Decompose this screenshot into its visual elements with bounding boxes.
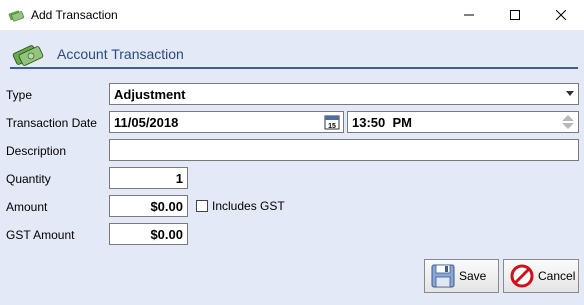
gst-amount-value: $0.00 [150, 226, 183, 242]
quantity-value: 1 [175, 170, 183, 186]
section-divider [10, 67, 578, 69]
amount-label: Amount [6, 200, 48, 214]
maximize-icon [510, 10, 520, 20]
description-label: Description [6, 144, 67, 158]
save-button[interactable]: Save [424, 259, 499, 293]
spinner-icon[interactable] [560, 113, 576, 131]
minimize-button[interactable] [446, 0, 492, 30]
maximize-button[interactable] [492, 0, 538, 30]
description-input[interactable] [109, 139, 579, 161]
minimize-icon [464, 14, 474, 16]
title-bar: Add Transaction [0, 0, 584, 30]
amount-value: $0.00 [150, 198, 183, 214]
gst-amount-label: GST Amount [6, 228, 75, 242]
type-value: Adjustment [114, 86, 186, 102]
includes-gst-label[interactable]: Includes GST [212, 199, 285, 213]
chevron-down-icon [566, 91, 574, 96]
date-field[interactable]: 11/05/2018 15 [109, 111, 344, 133]
gst-amount-input[interactable]: $0.00 [109, 223, 188, 245]
section-title: Account Transaction [57, 46, 184, 62]
money-icon [12, 45, 44, 66]
transaction-date-label: Transaction Date [6, 116, 97, 130]
date-value: 11/05/2018 [114, 114, 179, 130]
svg-text:15: 15 [328, 123, 336, 130]
calendar-icon[interactable]: 15 [324, 114, 340, 130]
close-icon [556, 10, 566, 20]
time-field[interactable]: 13:50 PM [347, 111, 579, 133]
includes-gst-checkbox[interactable] [196, 200, 208, 212]
amount-input[interactable]: $0.00 [109, 195, 188, 217]
type-dropdown[interactable]: Adjustment [109, 83, 579, 105]
quantity-label: Quantity [6, 172, 51, 186]
save-label: Save [459, 269, 487, 283]
cancel-icon [510, 264, 534, 288]
type-label: Type [6, 88, 33, 102]
cancel-button[interactable]: Cancel [503, 259, 579, 293]
cancel-label: Cancel [538, 269, 576, 283]
money-icon [8, 10, 24, 22]
time-value: 13:50 PM [352, 114, 412, 130]
quantity-input[interactable]: 1 [109, 167, 188, 189]
floppy-disk-icon [431, 264, 455, 288]
close-button[interactable] [538, 0, 584, 30]
dialog-body: Account Transaction Type Adjustment Tran… [0, 30, 584, 305]
window-title: Add Transaction [31, 8, 118, 22]
